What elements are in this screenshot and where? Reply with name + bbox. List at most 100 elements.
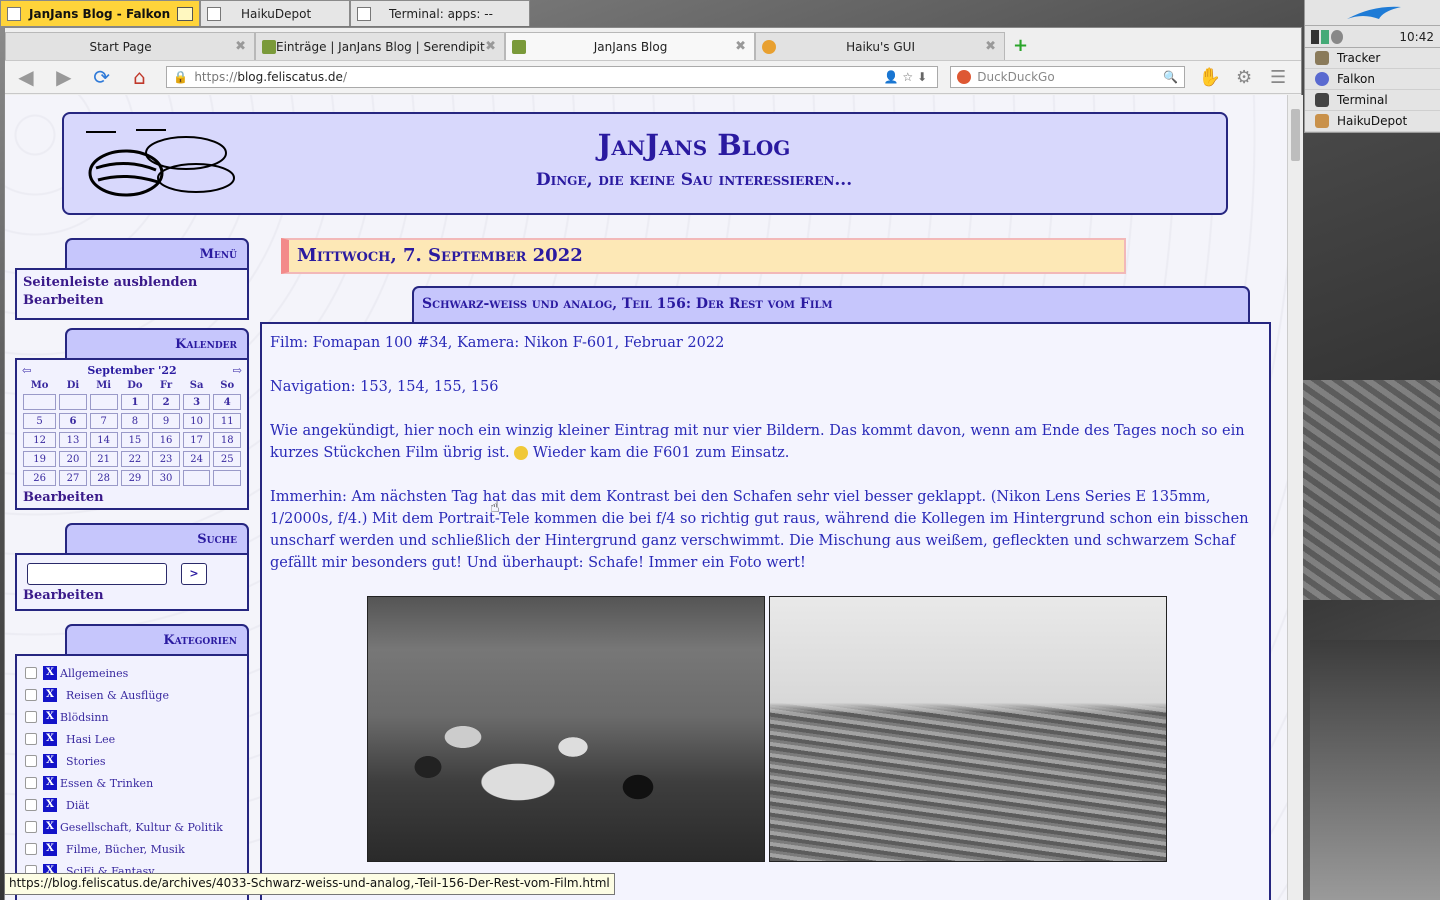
next-month-arrow-icon[interactable]: ⇨	[233, 364, 242, 377]
post-title[interactable]: Schwarz-weiß und analog, Teil 156: Der R…	[412, 286, 1250, 322]
category-checkbox[interactable]	[25, 667, 37, 679]
zoom-box-icon[interactable]	[177, 6, 193, 21]
calendar-day: 26	[23, 470, 57, 486]
bee-logo-icon[interactable]	[76, 128, 241, 202]
category-link[interactable]: Gesellschaft, Kultur & Politik	[60, 821, 223, 834]
category-x-icon[interactable]: X	[43, 666, 57, 680]
category-x-icon[interactable]: X	[43, 710, 57, 724]
url-bar[interactable]: 🔒 https://blog.feliscatus.de / 👤☆⬇	[166, 66, 939, 88]
category-x-icon[interactable]: X	[43, 754, 57, 768]
category-link[interactable]: Hasi Lee	[66, 733, 115, 746]
hamburger-menu-icon[interactable]: ☰	[1261, 67, 1295, 88]
edit-link[interactable]: Bearbeiten	[23, 292, 241, 310]
category-checkbox[interactable]	[25, 777, 37, 789]
haiku-icon	[762, 39, 776, 54]
blog-search-input[interactable]	[27, 563, 167, 585]
category-x-icon[interactable]: X	[43, 842, 57, 856]
calendar-day[interactable]: 6	[59, 413, 87, 429]
category-checkbox[interactable]	[25, 843, 37, 855]
category-checkbox[interactable]	[25, 755, 37, 767]
calendar-day: 21	[89, 451, 118, 467]
close-box-icon[interactable]	[207, 6, 221, 21]
post-navigation[interactable]: Navigation: 153, 154, 155, 156	[270, 376, 1261, 398]
tab-label: Start Page	[89, 39, 152, 54]
reload-button[interactable]: ⟳	[87, 64, 117, 90]
category-x-icon[interactable]: X	[43, 776, 57, 790]
bookmark-star-icon[interactable]: ☆	[902, 70, 917, 84]
category-link[interactable]: Stories	[66, 755, 106, 768]
category-x-icon[interactable]: X	[43, 732, 57, 746]
download-arrow-icon[interactable]: ⬇	[917, 70, 931, 84]
calendar-day	[59, 394, 87, 410]
prev-month-arrow-icon[interactable]: ⇦	[22, 364, 31, 377]
close-tab-icon[interactable]: ✖	[985, 39, 996, 54]
forward-button[interactable]: ▶	[49, 64, 79, 90]
window-tab-falkon[interactable]: JanJans Blog - Falkon	[0, 0, 200, 26]
network-icon[interactable]	[1321, 29, 1329, 44]
close-box-icon[interactable]	[357, 6, 371, 21]
volume-icon[interactable]	[1331, 29, 1343, 44]
calendar-edit-link[interactable]: Bearbeiten	[20, 489, 244, 507]
tab-janjans-blog[interactable]: JanJans Blog ✖	[505, 32, 755, 60]
close-tab-icon[interactable]: ✖	[735, 39, 746, 54]
deskbar-app-haikudepot[interactable]: HaikuDepot	[1305, 111, 1440, 132]
close-tab-icon[interactable]: ✖	[235, 39, 246, 54]
calendar-day[interactable]: 4	[213, 394, 241, 410]
home-button[interactable]: ⌂	[125, 64, 155, 90]
calendar-day: 13	[59, 432, 87, 448]
leaf-menu-button[interactable]	[1305, 0, 1440, 26]
scrollbar-thumb[interactable]	[1291, 109, 1300, 161]
deskbar-app-terminal[interactable]: Terminal	[1305, 90, 1440, 111]
calendar-day[interactable]: 3	[182, 394, 211, 410]
tab-haikus-gui[interactable]: Haiku's GUI ✖	[755, 32, 1005, 60]
status-bar-url: https://blog.feliscatus.de/archives/4033…	[4, 873, 615, 895]
settings-gear-icon[interactable]: ⚙	[1227, 67, 1261, 88]
tab-label: JanJans Blog	[593, 39, 668, 54]
lock-icon[interactable]: 🔒	[173, 70, 188, 84]
close-tab-icon[interactable]: ✖	[485, 39, 496, 54]
hide-sidebar-link[interactable]: Seitenleiste ausblenden	[23, 274, 241, 292]
category-checkbox[interactable]	[25, 821, 37, 833]
category-x-icon[interactable]: X	[43, 820, 57, 834]
window-tabs: JanJans Blog - Falkon HaikuDepot Termina…	[0, 0, 530, 26]
category-checkbox[interactable]	[25, 799, 37, 811]
category-checkbox[interactable]	[25, 689, 37, 701]
calendar-day: 29	[120, 470, 150, 486]
deskbar-app-falkon[interactable]: Falkon	[1305, 69, 1440, 90]
tab-eintraege[interactable]: Einträge | JanJans Blog | Serendipit... …	[255, 32, 505, 60]
sheep-photo[interactable]	[367, 596, 765, 862]
category-link[interactable]: Diät	[66, 799, 89, 812]
duckduckgo-icon[interactable]	[957, 70, 972, 84]
category-x-icon[interactable]: X	[43, 798, 57, 812]
category-link[interactable]: Filme, Bücher, Musik	[66, 843, 185, 856]
deskbar-app-tracker[interactable]: Tracker	[1305, 48, 1440, 69]
clock[interactable]: 10:42	[1399, 30, 1434, 44]
window-tab-terminal[interactable]: Terminal: apps: --	[350, 0, 530, 26]
tab-start-page[interactable]: Start Page ✖	[5, 32, 255, 60]
category-link[interactable]: Allgemeines	[60, 667, 128, 680]
category-item: X Diät	[19, 794, 245, 816]
category-checkbox[interactable]	[25, 733, 37, 745]
category-link[interactable]: Reisen & Ausflüge	[66, 689, 169, 702]
search-icon[interactable]: 🔍	[1163, 70, 1178, 84]
user-icon[interactable]: 👤	[883, 70, 902, 84]
close-box-icon[interactable]	[7, 6, 21, 21]
blog-title[interactable]: JanJans Blog	[444, 128, 944, 162]
category-link[interactable]: Blödsinn	[60, 711, 109, 724]
new-tab-icon[interactable]: +	[1013, 32, 1028, 60]
field-photo[interactable]	[769, 596, 1167, 862]
search-bar[interactable]: DuckDuckGo 🔍	[950, 66, 1186, 88]
search-edit-link[interactable]: Bearbeiten	[23, 587, 241, 605]
blog-search-button[interactable]: >	[181, 563, 207, 585]
page-scrollbar[interactable]	[1287, 95, 1303, 900]
category-checkbox[interactable]	[25, 711, 37, 723]
back-button[interactable]: ◀	[11, 64, 41, 90]
adblock-icon[interactable]: ✋	[1193, 67, 1227, 88]
window-tab-haikudepot[interactable]: HaikuDepot	[200, 0, 350, 26]
category-x-icon[interactable]: X	[43, 688, 57, 702]
calendar-day[interactable]: 2	[152, 394, 180, 410]
calendar-day[interactable]: 1	[120, 394, 150, 410]
calendar-day	[89, 394, 118, 410]
category-link[interactable]: Essen & Trinken	[60, 777, 153, 790]
cpu-monitor-icon[interactable]	[1311, 29, 1319, 44]
